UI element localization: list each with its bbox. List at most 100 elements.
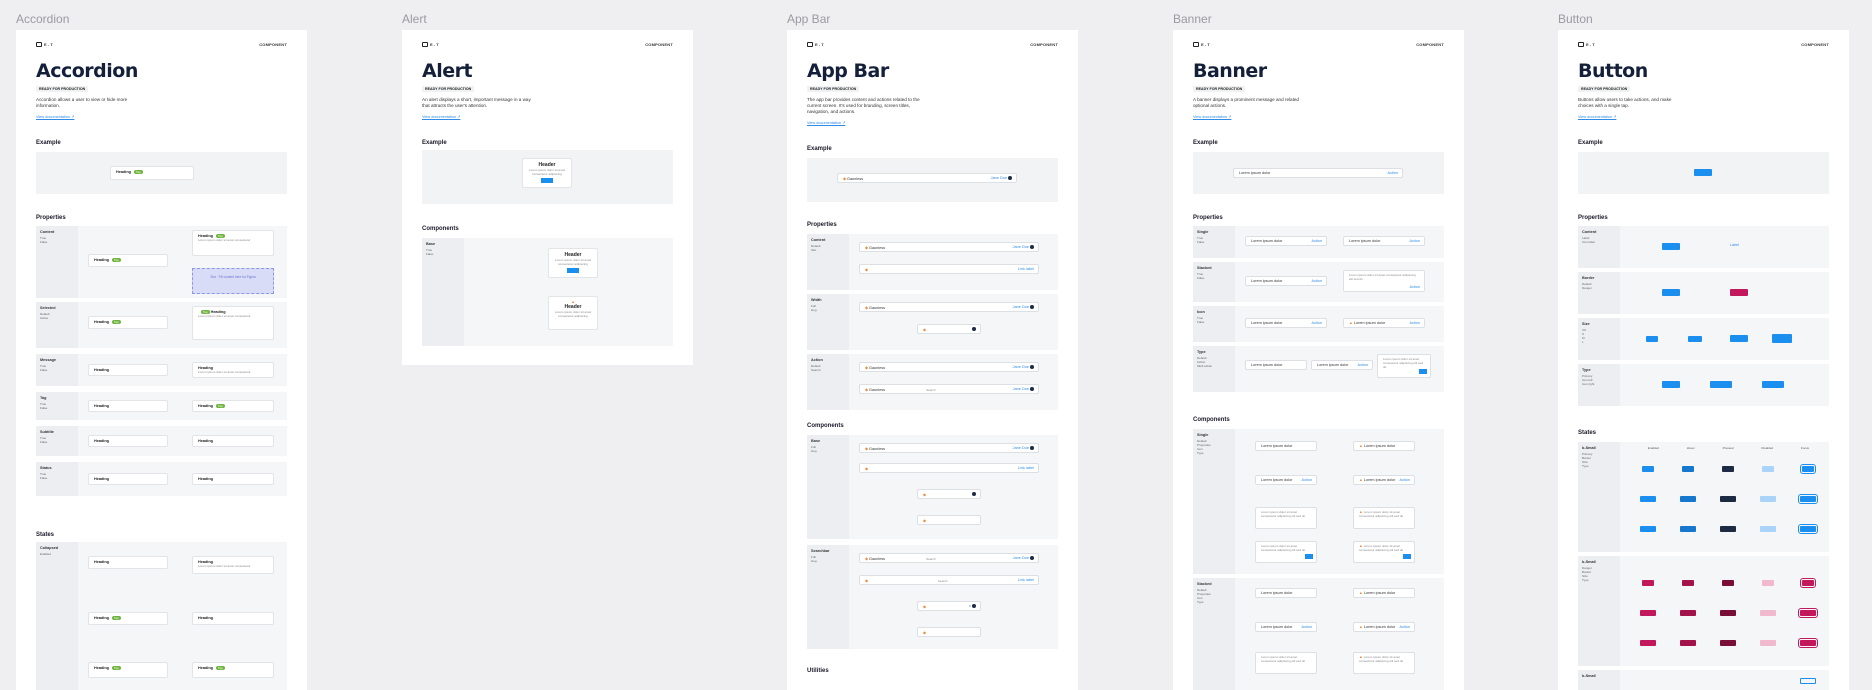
button-focus[interactable] <box>1798 494 1818 504</box>
button-focus[interactable] <box>1798 524 1818 534</box>
button-pressed[interactable] <box>1720 496 1736 502</box>
danger-button-focus[interactable] <box>1798 608 1818 618</box>
app-bar-compact[interactable]: ◆ ⌕ <box>917 601 981 611</box>
documentation-link[interactable]: View documentation ↗ <box>1193 114 1231 119</box>
accordion-item[interactable]: Heading <box>192 473 274 485</box>
accordion-item-selected[interactable]: Tag Heading Lorem ipsum dolor sit amet co… <box>192 306 274 340</box>
frame-label-accordion[interactable]: Accordion <box>16 12 69 26</box>
banner-stacked[interactable]: ▲ Lorem ipsum dolor sit amet consectetur… <box>1353 507 1415 529</box>
app-bar-compact[interactable]: ◆ <box>917 515 981 525</box>
board-alert[interactable]: E - T COMPONENT Alert READY FOR PRODUCTI… <box>402 30 693 365</box>
button-s[interactable] <box>1688 336 1702 342</box>
app-bar-compact[interactable]: ◆ <box>917 489 981 499</box>
button-enabled[interactable] <box>1640 526 1656 532</box>
banner-stacked[interactable]: Lorem ipsum dolor sit amet consectetur a… <box>1255 507 1317 529</box>
danger-button-focus[interactable] <box>1798 638 1818 648</box>
documentation-link[interactable]: View documentation ↗ <box>422 114 460 119</box>
banner-multi[interactable]: Lorem ipsum dolor sit amet consectetur a… <box>1255 541 1317 563</box>
banner-icon[interactable]: ▲ Lorem ipsum dolor Action <box>1343 318 1425 328</box>
danger-button-focus[interactable] <box>1800 578 1816 588</box>
board-app-bar[interactable]: E - T COMPONENT App Bar READY FOR PRODUC… <box>787 30 1078 690</box>
accordion-item-expanded[interactable]: Heading Tag Lorem ipsum dolor sit amet con… <box>192 230 274 256</box>
banner-stacked[interactable]: Lorem ipsum dolor sit amet consectetur a… <box>1343 270 1425 292</box>
banner-multi[interactable]: Lorem ipsum dolor sit amet consectetur a… <box>1377 354 1431 378</box>
banner[interactable]: Lorem ipsum dolor <box>1245 360 1307 370</box>
frame-label-banner[interactable]: Banner <box>1173 12 1212 26</box>
banner-icon[interactable]: ▲ Lorem ipsum dolor <box>1353 441 1415 451</box>
app-bar[interactable]: ◆ Gaunless Jane Doe <box>859 362 1039 372</box>
accordion-item[interactable]: Heading Tag <box>88 254 168 267</box>
outline-button-focus[interactable] <box>1800 678 1816 684</box>
frame-label-button[interactable]: Button <box>1558 12 1593 26</box>
accordion-item[interactable]: Heading <box>88 364 168 376</box>
accordion-item[interactable]: Heading <box>192 612 274 625</box>
app-bar-search[interactable]: ◆ Gaunless Search Jane Doe <box>859 553 1039 563</box>
documentation-link[interactable]: View documentation ↗ <box>807 120 845 125</box>
danger-button-hover[interactable] <box>1680 640 1696 646</box>
accordion-item[interactable]: Heading <box>88 556 168 569</box>
accordion-item[interactable]: Heading Tag <box>88 316 168 329</box>
button[interactable] <box>1662 243 1680 250</box>
danger-button-pressed[interactable] <box>1722 580 1734 586</box>
accordion-item[interactable]: Heading Tag <box>88 612 168 625</box>
banner-icon[interactable]: ▲ Lorem ipsum dolor Action <box>1353 622 1415 632</box>
avatar[interactable] <box>1008 176 1012 180</box>
board-button[interactable]: E - T COMPONENT Button READY FOR PRODUCT… <box>1558 30 1849 690</box>
documentation-link[interactable]: View documentation ↗ <box>1578 114 1616 119</box>
banner-stacked[interactable]: Lorem ipsum dolor sit amet consectetur a… <box>1255 652 1317 674</box>
button-xs[interactable] <box>1646 336 1658 342</box>
button-hover[interactable] <box>1680 496 1696 502</box>
danger-button[interactable] <box>1730 289 1748 296</box>
danger-button-pressed[interactable] <box>1720 610 1736 616</box>
app-bar-search[interactable]: ◆ Gaunless Search Jane Doe <box>859 384 1039 394</box>
frame-label-app-bar[interactable]: App Bar <box>787 12 830 26</box>
banner-icon[interactable]: ▲ Lorem ipsum dolor <box>1353 588 1415 598</box>
button[interactable] <box>1662 381 1680 388</box>
banner[interactable]: Lorem ipsum dolor Action <box>1245 276 1327 286</box>
app-bar[interactable]: ◆ Link label <box>859 264 1039 274</box>
accordion-item[interactable]: Heading <box>88 400 168 412</box>
accordion-item[interactable]: Heading <box>88 435 168 447</box>
button[interactable] <box>1662 289 1680 296</box>
text-button[interactable]: Label <box>1730 243 1739 247</box>
button-enabled[interactable] <box>1642 466 1654 472</box>
accordion-item[interactable]: Heading Tag <box>192 400 274 412</box>
danger-button-enabled[interactable] <box>1640 640 1656 646</box>
app-bar-compact[interactable]: ◆ <box>917 324 981 334</box>
banner-multi[interactable]: ▲ Lorem ipsum dolor sit amet consectetur… <box>1353 541 1415 563</box>
banner[interactable]: Lorem ipsum dolor <box>1255 588 1317 598</box>
board-banner[interactable]: E - T COMPONENT Banner READY FOR PRODUCT… <box>1173 30 1464 690</box>
button-icon-left[interactable] <box>1710 381 1732 388</box>
banner[interactable]: Lorem ipsum dolor <box>1255 441 1317 451</box>
button-enabled[interactable] <box>1640 496 1656 502</box>
accordion-item[interactable]: Heading <box>192 435 274 447</box>
app-bar[interactable]: ◆ Gaunless Jane Doe <box>859 242 1039 252</box>
accordion-example[interactable]: Heading Tag <box>110 166 194 180</box>
banner[interactable]: Lorem ipsum dolor Action <box>1343 236 1425 246</box>
button-example[interactable] <box>1694 169 1712 176</box>
button-l[interactable] <box>1772 334 1792 343</box>
alert-example[interactable]: Header Lorem ipsum dolor sit amet consec… <box>522 158 572 188</box>
accordion-item[interactable]: Heading Tag <box>192 662 274 678</box>
button-hover[interactable] <box>1682 466 1694 472</box>
accordion-item[interactable]: Heading <box>88 473 168 485</box>
app-bar[interactable]: ◆ Gaunless Jane Doe <box>859 302 1039 312</box>
app-bar[interactable]: ◆ Gaunless Jane Doe <box>859 443 1039 453</box>
danger-button-hover[interactable] <box>1680 610 1696 616</box>
alert-card[interactable]: Header Lorem ipsum dolor sit amet consec… <box>548 248 598 278</box>
danger-button-pressed[interactable] <box>1720 640 1736 646</box>
app-bar[interactable]: ◆ Link label <box>859 463 1039 473</box>
button-pressed[interactable] <box>1722 466 1734 472</box>
banner-icon[interactable]: ▲ Lorem ipsum dolor Action <box>1353 475 1415 485</box>
documentation-link[interactable]: View documentation ↗ <box>36 114 74 119</box>
alert-card[interactable]: ▲ Header Lorem ipsum dolor sit amet cons… <box>548 296 598 330</box>
board-accordion[interactable]: E - T COMPONENT Accordion READY FOR PROD… <box>16 30 307 690</box>
accordion-item[interactable]: Heading Tag <box>88 662 168 678</box>
banner[interactable]: Lorem ipsum dolor Action <box>1255 622 1317 632</box>
danger-button-enabled[interactable] <box>1642 580 1654 586</box>
frame-label-alert[interactable]: Alert <box>402 12 427 26</box>
app-bar-search[interactable]: ◆ Search Link label <box>859 575 1039 585</box>
button-pressed[interactable] <box>1720 526 1736 532</box>
button-hover[interactable] <box>1680 526 1696 532</box>
banner[interactable]: Lorem ipsum dolor Action <box>1245 318 1327 328</box>
